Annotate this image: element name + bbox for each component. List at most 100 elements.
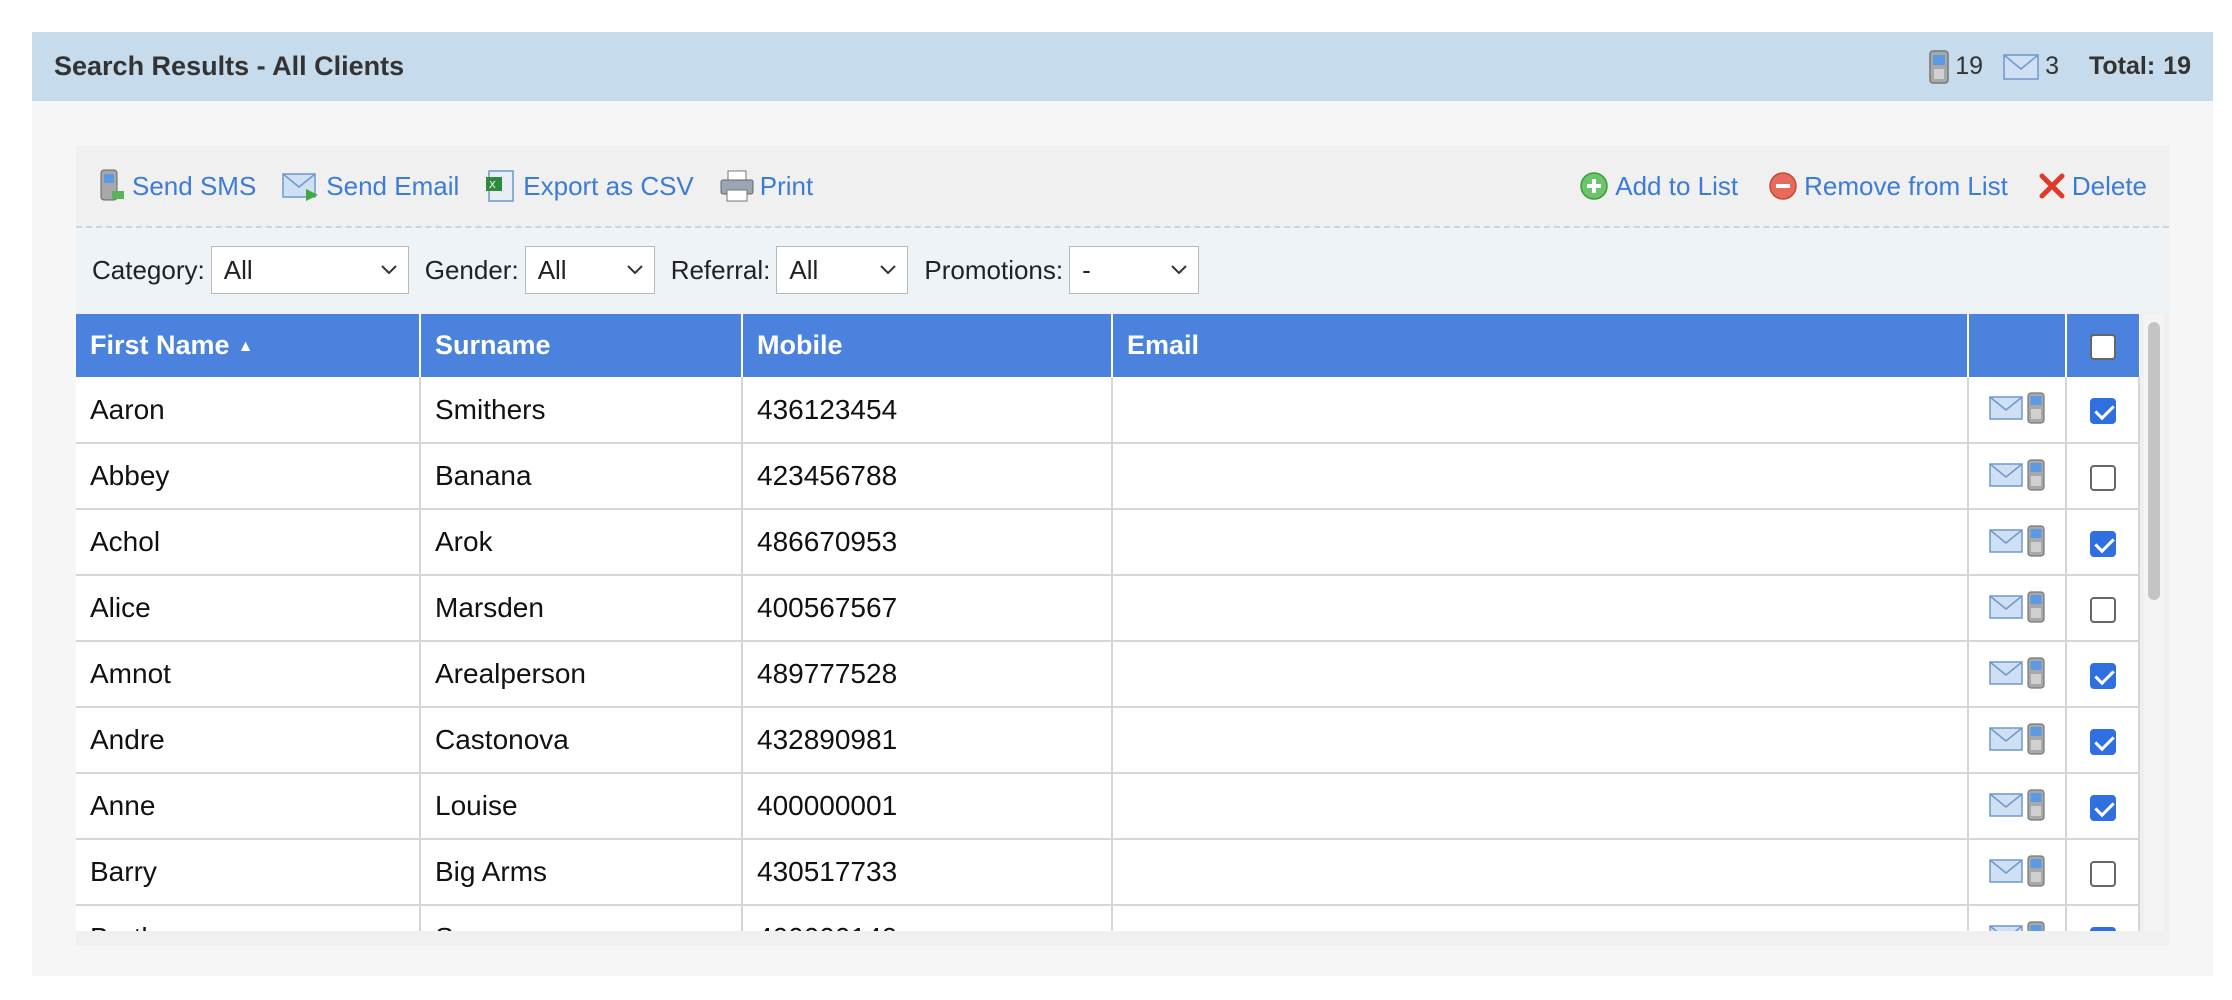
cell-select [2066, 707, 2140, 774]
envelope-icon[interactable] [1989, 660, 2023, 685]
cell-contact-icons [1968, 575, 2067, 642]
results-table-wrap: First Name ▲ Surname Mobile Email Aaron Sm… [76, 314, 2169, 931]
export-csv-button[interactable]: X Export as CSV [485, 169, 694, 203]
row-checkbox[interactable] [2089, 926, 2116, 931]
table-row[interactable]: Achol Arok 486670953 [76, 509, 2140, 576]
cell-contact-icons [1968, 773, 2067, 840]
chevron-down-icon [626, 265, 643, 275]
column-header-surname[interactable]: Surname [420, 314, 743, 377]
mobile-phone-icon[interactable] [2027, 590, 2045, 623]
cell-first-name: Amnot [76, 641, 421, 708]
envelope-icon[interactable] [1989, 858, 2023, 883]
add-to-list-button[interactable]: Add to List [1579, 171, 1738, 202]
table-row[interactable]: BarthS400000140 [76, 905, 2140, 932]
remove-from-list-button[interactable]: Remove from List [1768, 171, 2008, 202]
row-checkbox[interactable] [2089, 860, 2116, 887]
cell-surname: Marsden [420, 575, 743, 642]
promotions-select[interactable]: - [1069, 246, 1200, 294]
column-header-email[interactable]: Email [1112, 314, 1969, 377]
envelope-icon[interactable] [1989, 924, 2023, 932]
row-checkbox[interactable] [2089, 662, 2116, 689]
category-filter: Category: All [92, 246, 409, 294]
mobile-phone-icon[interactable] [2027, 788, 2045, 821]
cell-email [1112, 575, 1969, 642]
cell-contact-icons [1968, 839, 2067, 906]
printer-icon [720, 170, 754, 202]
panel-header: Search Results - All Clients 19 3 Total:… [32, 32, 2213, 101]
cell-first-name: Abbey [76, 443, 421, 510]
envelope-send-icon [282, 173, 319, 201]
cell-select [2066, 509, 2140, 576]
table-row[interactable]: Alice Marsden 400567567 [76, 575, 2140, 642]
mobile-phone-icon[interactable] [2027, 458, 2045, 491]
minus-circle-icon [1769, 172, 1797, 200]
row-checkbox[interactable] [2089, 596, 2116, 623]
envelope-icon[interactable] [1989, 462, 2023, 487]
cell-email [1112, 443, 1969, 510]
cell-mobile: 489777528 [742, 641, 1113, 708]
envelope-icon[interactable] [1989, 792, 2023, 817]
scrollbar-thumb[interactable] [2148, 322, 2160, 600]
column-header-mobile[interactable]: Mobile [742, 314, 1113, 377]
mobile-phone-icon[interactable] [2027, 656, 2045, 689]
results-container: Send SMS Send Email X Export as CSV Prin… [76, 146, 2169, 946]
cell-select [2066, 641, 2140, 708]
row-checkbox[interactable] [2089, 530, 2116, 557]
cell-surname: Arealperson [420, 641, 743, 708]
cell-contact-icons [1968, 905, 2067, 932]
total-count: Total: 19 [2089, 52, 2191, 80]
send-email-button[interactable]: Send Email [282, 171, 459, 202]
cell-surname: Banana [420, 443, 743, 510]
column-header-select [2066, 314, 2139, 377]
envelope-icon[interactable] [1989, 396, 2023, 420]
cell-contact-icons [1968, 509, 2067, 576]
cell-surname: Smithers [420, 377, 743, 444]
column-header-first-name[interactable]: First Name ▲ [76, 314, 421, 377]
mobile-phone-icon[interactable] [2027, 524, 2045, 557]
select-all-checkbox[interactable] [2090, 333, 2116, 360]
envelope-icon[interactable] [1989, 594, 2023, 619]
cell-mobile: 432890981 [742, 707, 1113, 774]
row-checkbox[interactable] [2089, 728, 2116, 755]
cell-mobile: 423456788 [742, 443, 1113, 510]
send-sms-button[interactable]: Send SMS [98, 169, 256, 203]
category-select[interactable]: All [210, 246, 409, 294]
csv-export-icon: X [486, 170, 515, 202]
mobile-phone-icon[interactable] [2027, 920, 2045, 932]
cell-mobile: 430517733 [742, 839, 1113, 906]
column-header-contact [1968, 314, 2067, 377]
gender-select[interactable]: All [524, 246, 655, 294]
print-button[interactable]: Print [720, 170, 813, 202]
x-icon [2039, 173, 2065, 199]
cell-select [2066, 377, 2140, 444]
cell-select [2066, 773, 2140, 840]
mobile-phone-icon[interactable] [2027, 392, 2045, 424]
mobile-phone-icon[interactable] [2027, 854, 2045, 887]
row-checkbox[interactable] [2089, 398, 2116, 425]
table-row[interactable]: Abbey Banana 423456788 [76, 443, 2140, 510]
row-checkbox[interactable] [2089, 464, 2116, 491]
cell-mobile: 400000001 [742, 773, 1113, 840]
cell-first-name: Aaron [76, 377, 421, 444]
envelope-icon[interactable] [1989, 726, 2023, 751]
cell-select [2066, 575, 2140, 642]
envelope-icon[interactable] [1989, 528, 2023, 553]
email-count-value: 3 [2045, 52, 2059, 80]
delete-button[interactable]: Delete [2038, 171, 2147, 202]
cell-first-name: Achol [76, 509, 421, 576]
table-row[interactable]: Amnot Arealperson 489777528 [76, 641, 2140, 708]
table-row[interactable]: Anne Louise 400000001 [76, 773, 2140, 840]
cell-first-name: Anne [76, 773, 421, 840]
filter-bar: Category: All Gender: All Referral: All [76, 228, 2169, 312]
mobile-phone-icon[interactable] [2027, 722, 2045, 755]
table-row[interactable]: Aaron Smithers 436123454 [76, 377, 2140, 444]
referral-select[interactable]: All [776, 246, 909, 294]
cell-mobile: 400000140 [742, 905, 1113, 931]
row-checkbox[interactable] [2089, 794, 2116, 821]
toolbar-left: Send SMS Send Email X Export as CSV Prin… [98, 169, 839, 203]
table-row[interactable]: Barry Big Arms 430517733 [76, 839, 2140, 906]
table-scrollbar[interactable] [2144, 314, 2164, 931]
table-row[interactable]: Andre Castonova 432890981 [76, 707, 2140, 774]
referral-filter: Referral: All [671, 246, 909, 294]
toolbar: Send SMS Send Email X Export as CSV Prin… [76, 146, 2169, 228]
